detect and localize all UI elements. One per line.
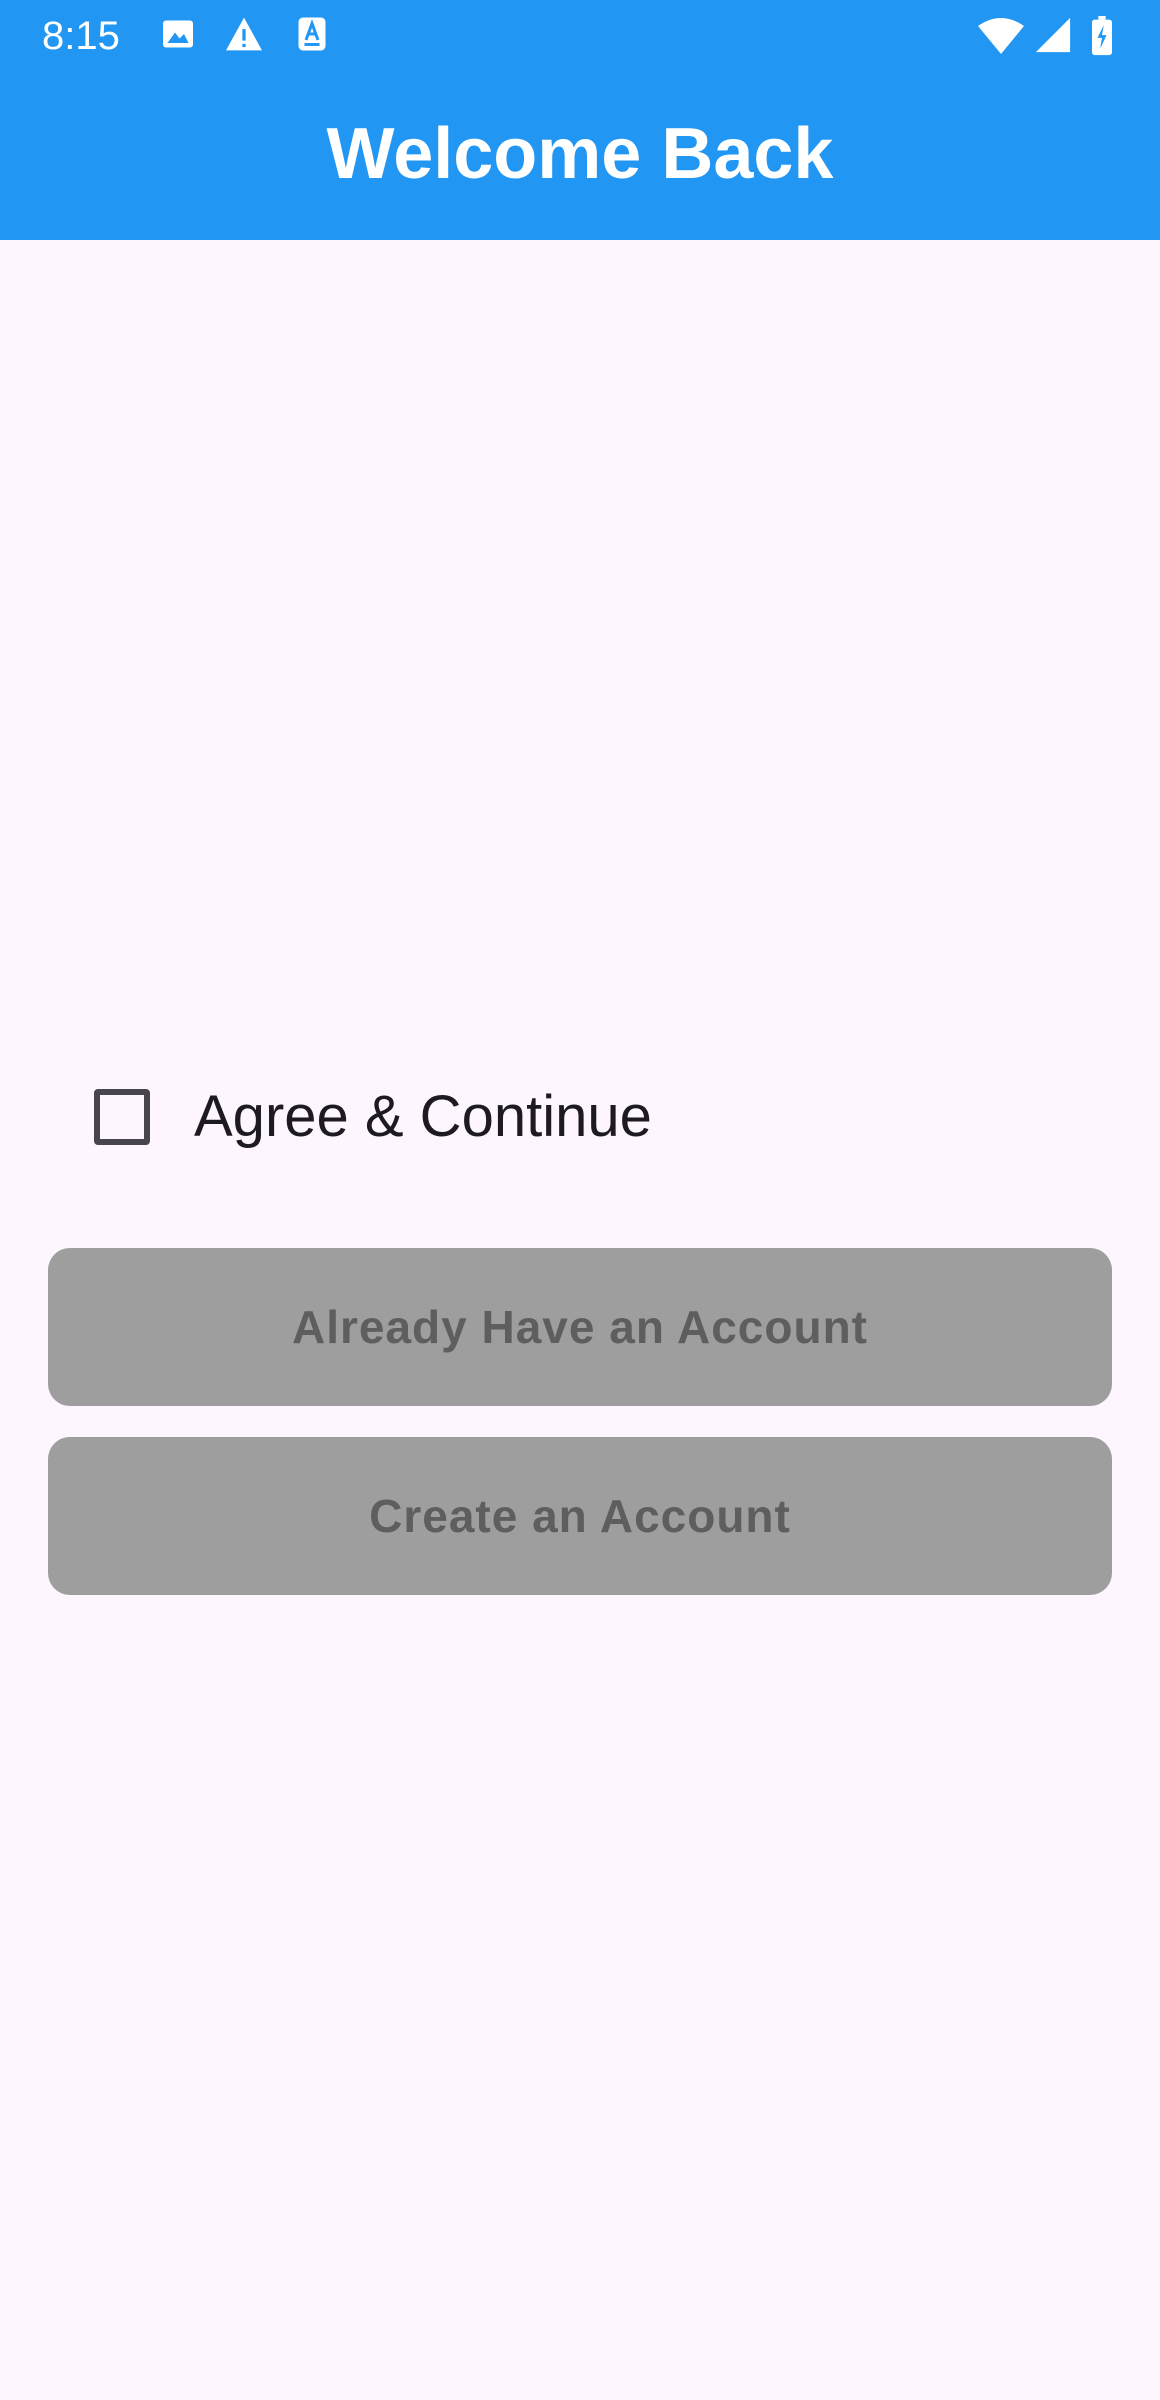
create-account-button[interactable]: Create an Account — [48, 1437, 1112, 1595]
agree-label: Agree & Continue — [194, 1084, 652, 1149]
image-icon — [163, 20, 193, 48]
text-a-icon — [298, 17, 326, 51]
cellular-signal-icon — [1035, 17, 1071, 53]
agree-checkbox[interactable] — [94, 1089, 150, 1145]
warning-icon — [226, 17, 262, 51]
agree-checkbox-row[interactable]: Agree & Continue — [70, 1062, 652, 1172]
wifi-icon — [978, 18, 1024, 54]
app-bar: 8:15 Welcome Back — [0, 0, 1160, 240]
page-title: Welcome Back — [326, 114, 834, 194]
already-have-account-button[interactable]: Already Have an Account — [48, 1248, 1112, 1406]
welcome-screen: 8:15 Welcome Back Agree & Continue Alrea… — [0, 0, 1160, 2400]
status-time: 8:15 — [42, 14, 120, 58]
status-bar: 8:15 — [0, 0, 1160, 72]
battery-charging-icon — [1092, 16, 1112, 56]
